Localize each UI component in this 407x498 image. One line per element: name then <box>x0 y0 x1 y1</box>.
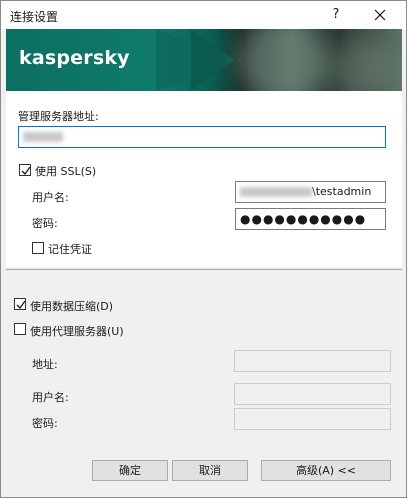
proxy-password-input[interactable] <box>234 408 391 430</box>
cancel-button[interactable]: 取消 <box>172 460 248 481</box>
username-label: 用户名: <box>32 191 69 204</box>
ok-button[interactable]: 确定 <box>92 460 168 481</box>
window-title: 连接设置 <box>10 10 59 24</box>
server-address-label: 管理服务器地址: <box>18 110 99 123</box>
password-label: 密码: <box>32 217 58 230</box>
connection-settings-dialog: 连接设置 ? kaspersky 管理服务器地址: 使用 SSL(S) 用户名:… <box>0 0 407 498</box>
checkmark-icon <box>21 166 31 176</box>
checkmark-icon <box>16 300 26 310</box>
title-bar: 连接设置 ? <box>1 1 406 29</box>
use-compression-label: 使用数据压缩(D) <box>30 300 114 313</box>
advanced-button[interactable]: 高级(A) << <box>261 460 391 481</box>
section-divider <box>6 269 402 270</box>
close-icon <box>374 9 386 21</box>
kaspersky-logo: kaspersky <box>19 47 130 69</box>
connection-form: 管理服务器地址: 使用 SSL(S) 用户名: \testadmin 密码: ●… <box>6 91 402 267</box>
use-proxy-label: 使用代理服务器(U) <box>30 325 124 338</box>
help-button[interactable]: ? <box>323 4 349 26</box>
proxy-username-input[interactable] <box>234 383 391 405</box>
server-address-value-redacted <box>23 132 63 142</box>
use-proxy-checkbox[interactable] <box>14 323 26 335</box>
remember-credentials-label: 记住凭证 <box>48 243 92 256</box>
server-address-input[interactable] <box>18 126 386 148</box>
close-button[interactable] <box>363 4 397 26</box>
username-domain-redacted <box>240 187 312 197</box>
use-ssl-checkbox[interactable] <box>19 164 31 176</box>
kaspersky-banner: kaspersky <box>6 29 402 91</box>
proxy-username-label: 用户名: <box>32 391 69 404</box>
proxy-password-label: 密码: <box>32 417 58 430</box>
username-input[interactable]: \testadmin <box>235 181 386 203</box>
proxy-address-input[interactable] <box>234 350 391 372</box>
remember-credentials-checkbox[interactable] <box>32 242 44 254</box>
password-input[interactable]: ●●●●●●●●●●● <box>235 208 386 230</box>
use-compression-checkbox[interactable] <box>14 298 26 310</box>
use-ssl-label: 使用 SSL(S) <box>35 165 97 178</box>
proxy-address-label: 地址: <box>32 358 58 371</box>
